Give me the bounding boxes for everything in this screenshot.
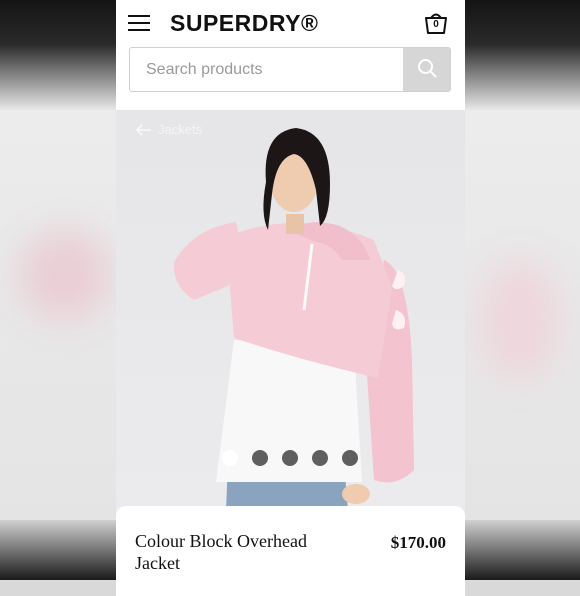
menu-icon[interactable] [128, 14, 150, 32]
search-bar [129, 47, 451, 92]
brand-logo[interactable]: SUPERDRY® [170, 10, 318, 37]
search-input[interactable] [130, 48, 402, 91]
carousel-dot[interactable] [222, 450, 238, 466]
search-icon [417, 59, 436, 78]
carousel-dot[interactable] [342, 450, 358, 466]
product-info-card: Colour Block Overhead Jacket $170.00 [116, 506, 465, 596]
search-button[interactable] [403, 48, 450, 91]
product-price: $170.00 [390, 533, 446, 552]
arrow-left-icon [135, 124, 151, 136]
mobile-page: SUPERDRY® 0 Search products Jackets [116, 0, 465, 580]
carousel-dot[interactable] [312, 450, 328, 466]
breadcrumb-back-link[interactable]: Jackets [135, 122, 203, 137]
site-header: SUPERDRY® 0 [116, 0, 465, 110]
breadcrumb-label: Jackets [158, 122, 203, 137]
product-title: Colour Block Overhead Jacket [135, 531, 307, 573]
carousel-dot[interactable] [252, 450, 268, 466]
carousel-dot[interactable] [282, 450, 298, 466]
basket-icon[interactable]: 0 [423, 10, 449, 36]
basket-count: 0 [433, 19, 439, 30]
